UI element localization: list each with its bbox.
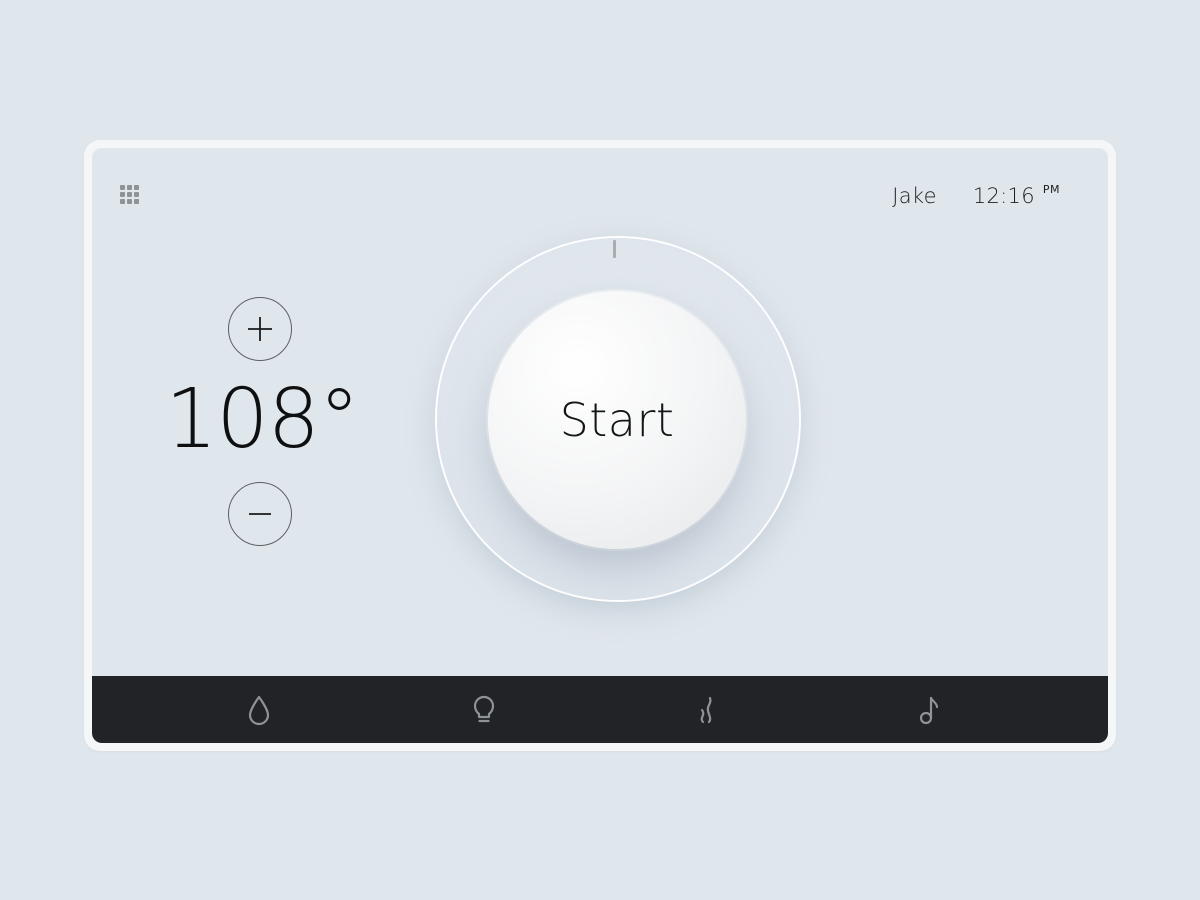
music-note-icon (919, 696, 939, 725)
control-screen: Jake 12:16 PM 108° Start (92, 148, 1108, 743)
start-label: Start (559, 393, 675, 447)
clock-time: 12:16 (972, 184, 1035, 208)
light-bulb-icon (473, 695, 495, 723)
water-drop-icon (248, 695, 270, 726)
clock-ampm: PM (1042, 183, 1060, 196)
increase-temperature-button[interactable] (228, 297, 292, 361)
plus-icon (248, 317, 272, 341)
nav-light-button[interactable] (466, 692, 502, 728)
start-button[interactable]: Start (488, 291, 746, 549)
nav-music-button[interactable] (910, 692, 946, 728)
status-bar: Jake 12:16 PM (892, 183, 1060, 208)
dial-indicator-tick (613, 240, 616, 258)
user-name: Jake (892, 184, 937, 208)
nav-steam-button[interactable] (689, 692, 725, 728)
steam-icon (700, 696, 712, 724)
bottom-nav-bar (92, 676, 1108, 743)
device-frame: Jake 12:16 PM 108° Start (84, 140, 1116, 751)
minus-icon (249, 513, 271, 515)
apps-grid-icon[interactable] (120, 185, 144, 209)
temperature-value: 108° (165, 372, 360, 467)
decrease-temperature-button[interactable] (228, 482, 292, 546)
nav-water-button[interactable] (241, 692, 277, 728)
